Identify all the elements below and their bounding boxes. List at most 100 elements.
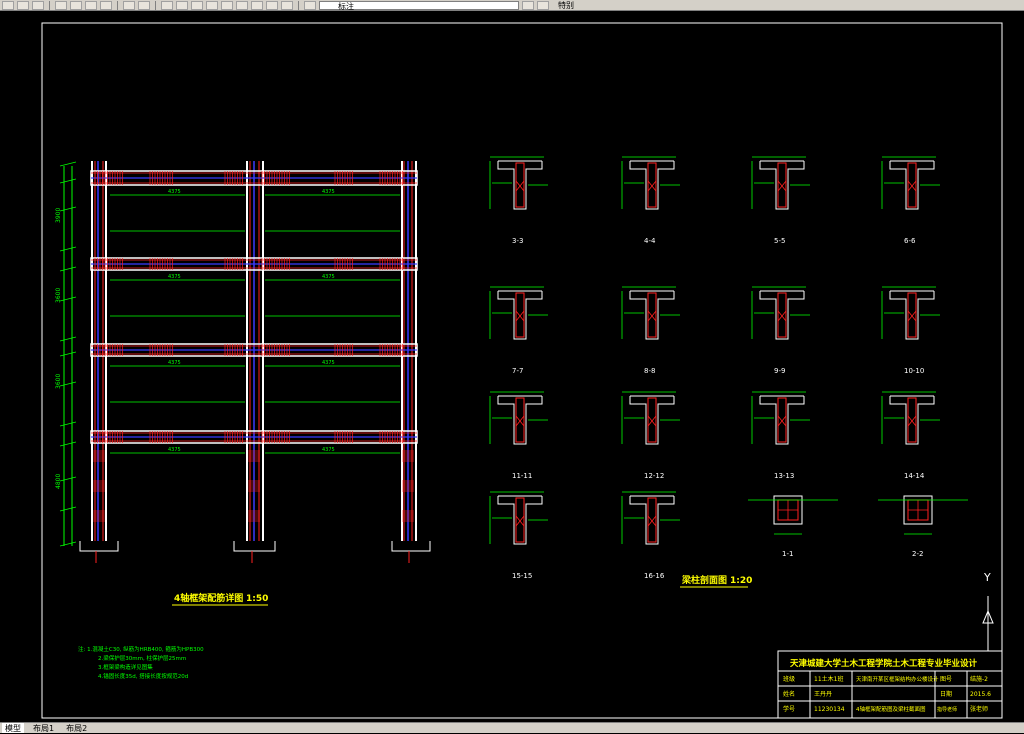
- tb-name-label: 姓名: [783, 690, 795, 698]
- floor-dim-3: 3600: [55, 374, 62, 389]
- section-label: 7-7: [512, 367, 523, 375]
- toolbar-divider: [298, 0, 299, 10]
- section-5-5: 5-5: [751, 156, 810, 245]
- tb-date-label: 日期: [940, 690, 952, 698]
- section-label: 3-3: [512, 237, 523, 245]
- redo-icon[interactable]: [138, 0, 150, 10]
- tool-palette-icon[interactable]: [251, 0, 263, 10]
- note-line-2: 2.梁保护层30mm, 柱保护层25mm: [98, 654, 186, 662]
- section-2-2: 2-2: [878, 495, 968, 558]
- tb-advisor: 张老师: [970, 705, 988, 713]
- zoom-realtime-icon[interactable]: [176, 0, 188, 10]
- calc-icon[interactable]: [266, 0, 278, 10]
- section-label: 6-6: [904, 237, 916, 245]
- svg-text:4375: 4375: [168, 274, 181, 280]
- new-icon[interactable]: [2, 0, 14, 10]
- toolbar-divider: [49, 0, 50, 10]
- paste-icon[interactable]: [85, 0, 97, 10]
- svg-text:4375: 4375: [322, 360, 335, 366]
- section-label: 8-8: [644, 367, 655, 375]
- layer-state-icon[interactable]: [522, 0, 534, 10]
- section-13-13: 13-13: [751, 391, 810, 480]
- section-label: 9-9: [774, 367, 785, 375]
- section-label: 11-11: [512, 472, 532, 480]
- copy-icon[interactable]: [70, 0, 82, 10]
- open-icon[interactable]: [17, 0, 29, 10]
- section-label: 15-15: [512, 572, 532, 580]
- section-label: 12-12: [644, 472, 664, 480]
- layer-manager-icon[interactable]: [304, 0, 316, 10]
- section-11-11: 11-11: [489, 391, 548, 480]
- beam-scale: 1:20: [730, 576, 752, 586]
- frame-title: 4轴框架配筋详图: [174, 592, 243, 604]
- beam-title: 梁柱剖面图: [681, 574, 727, 586]
- school-name: 天津城建大学土木工程学院土木工程专业毕业设计: [790, 658, 978, 669]
- tb-drawing-no: 结施-2: [970, 675, 988, 683]
- cut-icon[interactable]: [55, 0, 67, 10]
- toolbar-divider: [155, 0, 156, 10]
- section-14-14: 14-14: [881, 391, 940, 480]
- svg-text:4375: 4375: [322, 274, 335, 280]
- toolbar-divider: [117, 0, 118, 10]
- note-line-1: 注: 1.混凝土C30, 纵筋为HRB400, 箍筋为HPB300: [78, 645, 204, 653]
- title-block: 天津城建大学土木工程学院土木工程专业毕业设计 班级 11土木1班 天津南开某区框…: [777, 650, 1003, 719]
- properties-icon[interactable]: [221, 0, 233, 10]
- zoom-previous-icon[interactable]: [206, 0, 218, 10]
- ucs-axis-icon: Y: [982, 571, 994, 661]
- section-9-9: 9-9: [751, 286, 810, 375]
- section-3-3: 3-3: [489, 156, 548, 245]
- svg-text:4375: 4375: [168, 447, 181, 453]
- svg-text:4375: 4375: [168, 360, 181, 366]
- section-7-7: 7-7: [489, 286, 548, 375]
- tab-layout-2[interactable]: 布局2: [63, 723, 90, 733]
- section-label: 5-5: [774, 237, 785, 245]
- section-label: 1-1: [782, 550, 793, 558]
- tb-drawing-name: 4轴框架配筋图及梁柱截面图: [856, 705, 926, 713]
- tb-project: 天津南开某区框架结构办公楼设计: [856, 675, 939, 683]
- frame-scale: 1:50: [246, 594, 268, 604]
- style-label: 特别: [558, 0, 574, 10]
- undo-icon[interactable]: [123, 0, 135, 10]
- section-label: 14-14: [904, 472, 925, 480]
- section-16-16: 16-16: [621, 491, 680, 580]
- floor-dim-1: 3900: [55, 208, 62, 223]
- section-6-6: 6-6: [881, 156, 940, 245]
- layer-previous-icon[interactable]: [537, 0, 549, 10]
- svg-text:4375: 4375: [168, 189, 181, 195]
- section-15-15: 15-15: [489, 491, 548, 580]
- section-1-1: 1-1: [748, 495, 838, 558]
- beam-sections: 3-3 4-4 5-5 6-6 7-7 8-8 9-9 10-10 11-11 12-12 13-1…: [489, 156, 968, 580]
- tb-id-value: 11230134: [814, 706, 845, 713]
- layer-dropdown[interactable]: 标注: [319, 0, 519, 11]
- frame-elevation: 4375 4375 4375 4375 4375 4375 4375 4375 3900 36…: [55, 161, 431, 680]
- tab-model[interactable]: 模型: [2, 723, 24, 733]
- tab-layout-1[interactable]: 布局1: [30, 723, 57, 733]
- pan-icon[interactable]: [161, 0, 173, 10]
- floor-dim-4: 4800: [55, 474, 62, 489]
- tb-class-value: 11土木1班: [814, 675, 843, 683]
- section-label: 10-10: [904, 367, 924, 375]
- note-line-4: 4.锚固长度35d, 搭接长度按规范20d: [98, 672, 188, 680]
- svg-text:4375: 4375: [322, 189, 335, 195]
- floor-dim-2: 3600: [55, 288, 62, 303]
- section-12-12: 12-12: [621, 391, 680, 480]
- tb-id-label: 学号: [783, 705, 795, 713]
- section-10-10: 10-10: [881, 286, 940, 375]
- cad-drawing-area[interactable]: 4375 4375 4375 4375 4375 4375 4375 4375 3900 36…: [0, 11, 1024, 722]
- section-label: 16-16: [644, 572, 665, 580]
- tb-drawing-no-label: 图号: [940, 676, 952, 683]
- section-8-8: 8-8: [621, 286, 680, 375]
- section-label: 2-2: [912, 550, 923, 558]
- section-4-4: 4-4: [621, 156, 680, 245]
- zoom-window-icon[interactable]: [191, 0, 203, 10]
- layout-tabs: 模型 布局1 布局2: [0, 722, 1024, 733]
- tb-class-label: 班级: [783, 675, 795, 683]
- tb-name-value: 王丹丹: [814, 691, 832, 698]
- cad-toolbar: 标注 特别: [0, 0, 1024, 11]
- section-label: 4-4: [644, 237, 656, 245]
- match-icon[interactable]: [100, 0, 112, 10]
- save-icon[interactable]: [32, 0, 44, 10]
- design-center-icon[interactable]: [236, 0, 248, 10]
- help-icon[interactable]: [281, 0, 293, 10]
- tb-advisor-label: 指导老师: [937, 706, 957, 713]
